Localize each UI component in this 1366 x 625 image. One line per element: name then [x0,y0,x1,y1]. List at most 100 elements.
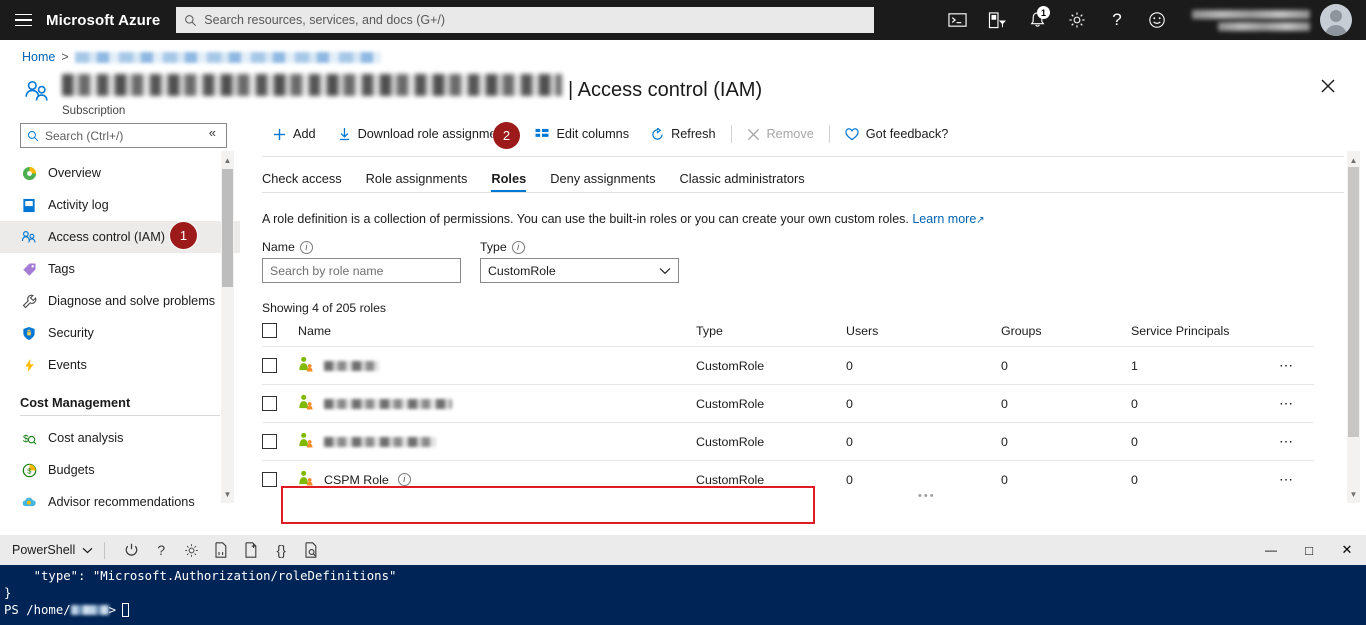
breadcrumb-home-link[interactable]: Home [22,50,55,64]
sidebar-item-advisor[interactable]: Advisor recommendations [0,486,240,518]
access-control-icon [20,230,38,245]
power-restart-icon[interactable] [116,535,146,565]
chevron-double-left-icon[interactable]: « [209,125,216,140]
column-header-name[interactable]: Name [298,323,696,347]
column-header-groups[interactable]: Groups [1001,323,1131,347]
info-icon[interactable]: i [397,473,411,487]
more-actions-icon[interactable]: ⋯ [1279,395,1295,411]
tab-deny-assignments[interactable]: Deny assignments [550,171,655,192]
scrollbar-thumb[interactable] [1348,167,1359,437]
global-search-input[interactable]: Search resources, services, and docs (G+… [176,7,875,33]
table-row[interactable]: CustomRole 0 0 0 ⋯ [262,422,1314,461]
more-actions-icon[interactable]: ⋯ [1279,433,1295,449]
scroll-up-arrow-icon[interactable]: ▲ [1347,153,1360,167]
search-by-role-name-input[interactable]: Search by role name [262,258,461,283]
type-filter-select[interactable]: CustomRole [480,258,679,283]
table-row[interactable]: CustomRole 0 0 1 ⋯ [262,346,1314,385]
sidebar-nav-list: Overview Activity log Access control (IA… [0,157,240,518]
sidebar-item-access-control[interactable]: Access control (IAM) [0,221,240,253]
avatar[interactable] [1320,4,1352,36]
notifications-icon[interactable]: 1 [1018,0,1056,40]
info-icon[interactable]: i [511,240,525,254]
more-actions-icon[interactable]: ⋯ [1279,471,1295,487]
info-icon[interactable]: i [299,240,313,254]
editor-braces-icon[interactable]: {} [266,535,296,565]
cloud-shell-toolbar: PowerShell ? {} — □ ✕ [0,535,1366,565]
upload-download-file-icon[interactable] [206,535,236,565]
breadcrumb-current-redacted[interactable] [74,51,381,63]
maximize-icon[interactable]: □ [1290,535,1328,565]
tab-check-access[interactable]: Check access [262,171,342,192]
row-checkbox[interactable] [262,396,277,412]
main-scrollbar[interactable]: ▲ ▼ [1347,151,1360,503]
tab-role-assignments[interactable]: Role assignments [366,171,468,192]
scrollbar-thumb[interactable] [222,169,233,287]
sidebar-item-security[interactable]: Security [0,317,240,349]
close-icon[interactable]: ✕ [1328,535,1366,565]
row-checkbox[interactable] [262,358,277,374]
table-row[interactable]: CSPM Role i CustomRole 0 0 0 ⋯ [262,460,1314,499]
breadcrumb-separator: > [61,50,69,64]
table-row[interactable]: CustomRole 0 0 0 ⋯ [262,384,1314,423]
sidebar-item-diagnose[interactable]: Diagnose and solve problems [0,285,240,317]
close-icon[interactable] [1314,72,1342,100]
help-question-icon[interactable]: ? [146,535,176,565]
role-users-count: 0 [846,422,1001,461]
sidebar-item-events[interactable]: Events [0,349,240,381]
roles-description: A role definition is a collection of per… [248,193,1366,226]
scroll-up-arrow-icon[interactable]: ▲ [221,153,234,167]
got-feedback-button[interactable]: Got feedback? [834,120,960,148]
account-info-redacted[interactable] [1192,9,1310,31]
learn-more-link[interactable]: Learn more [912,212,976,226]
shell-type-selector[interactable]: PowerShell [12,543,93,557]
role-type: CustomRole [696,422,846,461]
help-question-icon[interactable]: ? [1098,0,1136,40]
select-all-checkbox[interactable] [262,323,277,339]
sidebar-item-cost-analysis[interactable]: $ Cost analysis [0,422,240,454]
tab-label: Deny assignments [550,171,656,186]
settings-gear-icon[interactable] [1058,0,1096,40]
sidebar-item-budgets[interactable]: $ Budgets [0,454,240,486]
sidebar-item-activity-log[interactable]: Activity log [0,189,240,221]
command-label: Edit columns [556,127,630,141]
sidebar-search-input[interactable]: Search (Ctrl+/) [20,123,227,148]
role-name[interactable]: CSPM Role [324,473,389,487]
scroll-down-arrow-icon[interactable]: ▼ [221,487,234,501]
column-header-type[interactable]: Type [696,323,846,347]
sidebar-item-label: Activity log [48,198,109,212]
row-checkbox[interactable] [262,434,277,450]
edit-columns-button[interactable]: Edit columns [524,120,640,148]
brand-title[interactable]: Microsoft Azure [46,12,160,29]
sidebar-item-tags[interactable]: Tags [0,253,240,285]
more-actions-icon[interactable]: ⋯ [1279,357,1295,373]
table-overflow-indicator: ••• [918,490,936,502]
tab-classic-administrators[interactable]: Classic administrators [680,171,805,192]
role-groups-count: 0 [1001,384,1131,423]
sidebar-scrollbar[interactable]: ▲ ▼ [221,151,234,503]
minimize-icon[interactable]: — [1252,535,1290,565]
prompt-prefix: PS /home/ [4,603,71,617]
web-preview-icon[interactable] [296,535,326,565]
settings-gear-icon[interactable] [176,535,206,565]
sidebar-item-overview[interactable]: Overview [0,157,240,189]
hamburger-icon[interactable] [0,0,46,40]
page-subtitle: Subscription [62,105,126,117]
custom-role-icon [298,394,315,413]
column-header-service-principals[interactable]: Service Principals [1131,323,1279,347]
roles-table-body: CustomRole 0 0 1 ⋯ CustomRole 0 0 0 ⋯ Cu… [262,346,1314,499]
column-header-users[interactable]: Users [846,323,1001,347]
add-button[interactable]: Add [262,120,327,148]
scroll-down-arrow-icon[interactable]: ▼ [1347,487,1360,501]
tab-roles[interactable]: Roles [491,171,526,192]
cloud-shell-icon[interactable] [938,0,976,40]
remove-x-icon [747,128,760,141]
terminal-output[interactable]: "type": "Microsoft.Authorization/roleDef… [0,565,1366,625]
feedback-smiley-icon[interactable] [1138,0,1176,40]
directory-filter-icon[interactable] [978,0,1016,40]
row-checkbox[interactable] [262,472,277,488]
page-header: | Access control (IAM) Subscription [0,64,1366,117]
refresh-button[interactable]: Refresh [640,120,726,148]
activity-log-icon [20,198,38,213]
role-groups-count: 0 [1001,422,1131,461]
new-session-icon[interactable] [236,535,266,565]
